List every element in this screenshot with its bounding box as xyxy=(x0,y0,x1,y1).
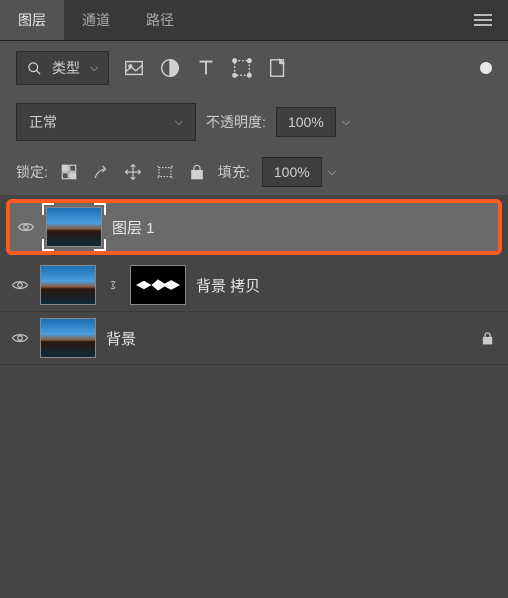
layer-row[interactable]: 背景 拷贝 xyxy=(0,259,508,312)
layer-mask-thumbnail[interactable] xyxy=(130,265,186,305)
blend-mode-value: 正常 xyxy=(29,112,57,132)
lock-transparency-icon[interactable] xyxy=(60,163,78,181)
layer-thumbnail[interactable] xyxy=(40,265,96,305)
lock-position-icon[interactable] xyxy=(124,163,142,181)
panel-menu-button[interactable] xyxy=(458,9,508,31)
fill-label: 填充: xyxy=(218,162,250,182)
layers-list: 图层 1 背景 拷贝 背景 xyxy=(0,195,508,598)
lock-artboard-icon[interactable] xyxy=(156,163,174,181)
visibility-toggle[interactable] xyxy=(16,218,36,236)
search-icon xyxy=(27,61,42,76)
filter-type-dropdown[interactable]: 类型 ⌵ xyxy=(16,51,109,85)
layer-thumbnail[interactable] xyxy=(46,207,102,247)
filter-toggle-icon[interactable] xyxy=(480,62,492,74)
visibility-toggle[interactable] xyxy=(10,276,30,294)
link-icon[interactable] xyxy=(106,278,120,292)
filter-adjustment-icon[interactable] xyxy=(159,57,181,79)
blend-row: 正常 ⌵ 不透明度: 100% ⌵ xyxy=(0,95,508,149)
tab-paths[interactable]: 路径 xyxy=(128,0,192,40)
chevron-down-icon: ⌵ xyxy=(90,62,98,75)
blend-mode-dropdown[interactable]: 正常 ⌵ xyxy=(16,103,196,141)
layer-name[interactable]: 背景 拷贝 xyxy=(196,275,498,296)
layer-row[interactable]: 图层 1 xyxy=(6,199,502,255)
chevron-down-icon[interactable]: ⌵ xyxy=(328,166,336,179)
lock-all-icon[interactable] xyxy=(188,163,206,181)
tab-channels[interactable]: 通道 xyxy=(64,0,128,40)
lock-image-icon[interactable] xyxy=(92,163,110,181)
filter-type-icon[interactable] xyxy=(195,57,217,79)
fill-input[interactable]: 100% xyxy=(262,157,322,187)
filter-label: 类型 xyxy=(52,58,80,78)
lock-label: 锁定: xyxy=(16,162,48,182)
layer-row[interactable]: 背景 xyxy=(0,312,508,365)
chevron-down-icon[interactable]: ⌵ xyxy=(342,116,350,129)
layers-panel: 图层 通道 路径 类型 ⌵ 正常 ⌵ 不透明度: 100% ⌵ 锁定: xyxy=(0,0,508,598)
lock-icons-group xyxy=(60,163,206,181)
layer-name[interactable]: 背景 xyxy=(106,328,466,349)
filter-shape-icon[interactable] xyxy=(231,57,253,79)
layer-thumbnail[interactable] xyxy=(40,318,96,358)
visibility-toggle[interactable] xyxy=(10,329,30,347)
chevron-down-icon: ⌵ xyxy=(175,116,183,129)
filter-pixel-icon[interactable] xyxy=(123,57,145,79)
opacity-input[interactable]: 100% xyxy=(276,107,336,137)
filter-row: 类型 ⌵ xyxy=(0,41,508,95)
panel-tabs: 图层 通道 路径 xyxy=(0,0,508,41)
opacity-label: 不透明度: xyxy=(206,112,266,132)
fill-control: 100% ⌵ xyxy=(262,157,336,187)
hamburger-icon xyxy=(474,19,492,21)
opacity-control: 100% ⌵ xyxy=(276,107,350,137)
lock-icon xyxy=(476,327,498,349)
layer-name[interactable]: 图层 1 xyxy=(112,217,492,238)
tab-layers[interactable]: 图层 xyxy=(0,0,64,40)
filter-smartobject-icon[interactable] xyxy=(267,57,289,79)
lock-row: 锁定: 填充: 100% ⌵ xyxy=(0,149,508,195)
